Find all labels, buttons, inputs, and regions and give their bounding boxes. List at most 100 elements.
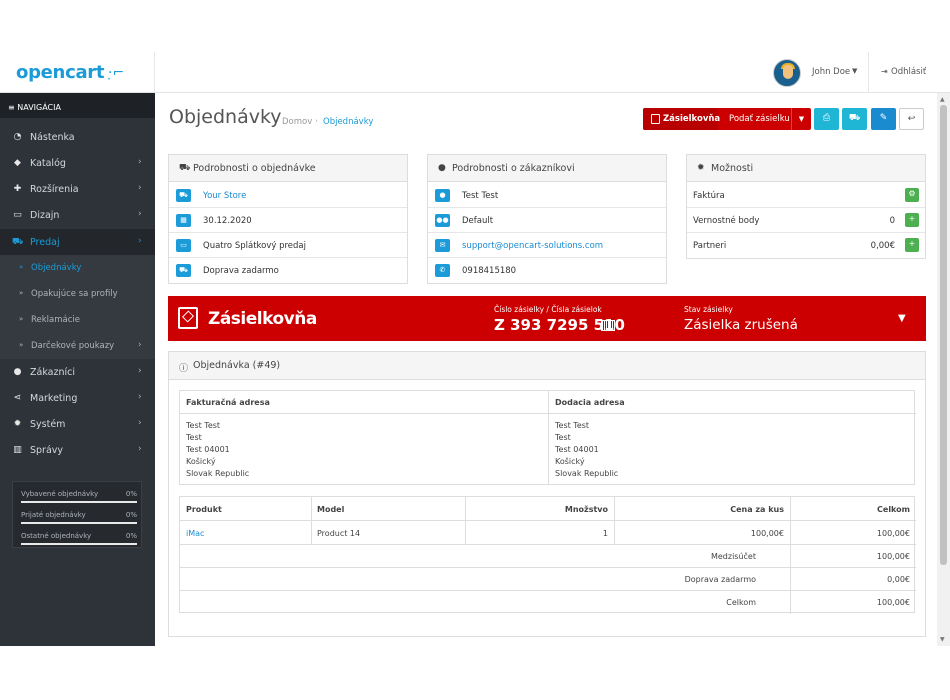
reply-icon: ↩ — [907, 114, 916, 124]
scroll-down-icon[interactable]: ▼ — [940, 636, 945, 643]
order-title: Objednávka (#49) — [193, 360, 281, 371]
package-icon — [651, 114, 660, 124]
column-header-total: Celkom — [790, 497, 916, 521]
column-header-price: Cena za kus — [614, 497, 790, 521]
caret-down-icon[interactable]: ▼ — [791, 108, 811, 130]
caret-down-icon[interactable]: ▼ — [852, 67, 857, 75]
email-link[interactable]: support@opencart-solutions.com — [462, 241, 603, 251]
panel-title: Podrobnosti o objednávke — [193, 163, 316, 174]
order-details-panel: ⛟ Podrobnosti o objednávke ⛟ Your Store … — [168, 154, 408, 284]
cart-icon: ⛟ — [176, 189, 191, 202]
opencart-logo[interactable]: opencart — [16, 62, 104, 83]
sidebar-item-sales[interactable]: ⛟ Predaj › — [0, 229, 155, 255]
product-total: 100,00€ — [790, 521, 916, 545]
double-chevron-icon: » — [19, 341, 24, 349]
top-header: opencart ·̣⌐ John Doe ▼ ⇥ Odhlásiť — [0, 52, 950, 93]
scrollbar-thumb[interactable] — [940, 105, 947, 565]
chevron-right-icon: › — [138, 366, 142, 376]
product-link[interactable]: iMac — [180, 521, 311, 545]
order-stats-box: Vybavené objednávky 0% Prijaté objednávk… — [12, 481, 142, 548]
breadcrumb-current[interactable]: Objednávky — [323, 117, 373, 127]
add-reward-button[interactable]: + — [905, 213, 919, 227]
chevron-right-icon: › — [138, 236, 142, 246]
scroll-up-icon[interactable]: ▲ — [940, 96, 945, 103]
truck-icon: ⛟ — [848, 113, 861, 123]
chevron-right-icon: › — [138, 209, 142, 219]
monitor-icon: ▭ — [13, 210, 22, 220]
generate-invoice-button[interactable]: ⚙ — [905, 188, 919, 202]
credit-card-icon: ▭ — [176, 239, 191, 252]
nav-header[interactable]: ≡ NAVIGÁCIA — [0, 93, 155, 118]
sidebar-item-catalog[interactable]: ◆ Katalóg › — [0, 150, 155, 176]
table-row: Medzisúčet 100,00€ — [180, 545, 916, 568]
calendar-icon: ▦ — [176, 214, 191, 227]
column-header-model: Model — [311, 497, 465, 521]
customer-email-row: ✉ support@opencart-solutions.com — [428, 233, 666, 258]
sidebar: ≡ NAVIGÁCIA ◔ Nástenka ◆ Katalóg › ✚ Roz… — [0, 93, 155, 646]
user-icon: ● — [435, 189, 450, 202]
user-icon: ● — [13, 367, 22, 377]
totals-section: Medzisúčet 100,00€ Doprava zadarmo 0,00€… — [180, 545, 916, 614]
zasielkovna-banner[interactable]: Zásielkovňa Číslo zásielky / Čísla zásie… — [168, 296, 926, 341]
logo-area: opencart ·̣⌐ — [0, 52, 155, 93]
dashboard-icon: ◔ — [13, 132, 22, 142]
page-title: Objednávky — [169, 106, 282, 128]
phone-icon: ✆ — [435, 264, 450, 277]
sidebar-subitem-orders[interactable]: » Objednávky — [0, 255, 155, 281]
address-table: Fakturačná adresa Test Test Test Test 04… — [179, 390, 916, 485]
chevron-right-icon: › — [138, 340, 142, 350]
add-commission-button[interactable]: + — [905, 238, 919, 252]
payment-method-row: ▭ Quatro Splátkový predaj — [169, 233, 407, 258]
sidebar-subitem-recurring[interactable]: » Opakujúce sa profily — [0, 281, 155, 307]
user-name[interactable]: John Doe — [812, 67, 850, 77]
sidebar-item-design[interactable]: ▭ Dizajn › — [0, 202, 155, 228]
sidebar-item-dashboard[interactable]: ◔ Nástenka — [0, 124, 155, 150]
sidebar-item-extensions[interactable]: ✚ Rozšírenia › — [0, 176, 155, 202]
panel-title: Možnosti — [711, 163, 754, 174]
vertical-scrollbar[interactable]: ▲ ▼ — [937, 93, 950, 646]
double-chevron-icon: » — [19, 315, 24, 323]
print-invoice-button[interactable]: ⎙ — [814, 108, 839, 130]
sidebar-item-marketing[interactable]: ⋖ Marketing › — [0, 385, 155, 411]
breadcrumb-separator: › — [315, 117, 318, 125]
reward-points-row: Vernostné body 0 + — [687, 208, 925, 233]
table-row: Celkom 100,00€ — [180, 591, 916, 614]
sidebar-item-system[interactable]: ✹ Systém › — [0, 411, 155, 437]
submit-shipment-button[interactable]: Podať zásielku — [729, 114, 790, 124]
logout-link[interactable]: Odhlásiť — [891, 67, 926, 77]
options-panel: ✹ Možnosti Faktúra ⚙ Vernostné body 0 + … — [686, 154, 926, 259]
sidebar-subitem-returns[interactable]: » Reklamácie — [0, 307, 155, 333]
caret-down-icon[interactable]: ▼ — [898, 313, 906, 324]
sidebar-item-reports[interactable]: ▥ Správy › — [0, 437, 155, 463]
barcode-icon[interactable] — [601, 320, 615, 331]
product-table: Produkt Model Množstvo Cena za kus Celko… — [179, 496, 916, 614]
main-content: Objednávky Domov › Objednávky Zásielkovň… — [155, 93, 937, 646]
column-header-product: Produkt — [180, 497, 311, 521]
chevron-right-icon: › — [138, 444, 142, 454]
shipment-number-label: Číslo zásielky / Čísla zásielok — [494, 305, 602, 314]
logout-icon[interactable]: ⇥ — [881, 67, 888, 76]
store-link[interactable]: Your Store — [203, 191, 246, 201]
product-model: Product 14 — [311, 521, 465, 545]
product-quantity: 1 — [465, 521, 614, 545]
affiliate-row: Partneri 0,00€ + — [687, 233, 925, 258]
zasielkovna-logo-button[interactable]: Zásielkovňa — [643, 108, 720, 130]
date-row: ▦ 30.12.2020 — [169, 208, 407, 233]
user-avatar[interactable] — [773, 59, 801, 87]
edit-button[interactable]: ✎ — [871, 108, 896, 130]
cart-logo-icon: ·̣⌐ — [108, 65, 125, 81]
envelope-icon: ✉ — [435, 239, 450, 252]
sidebar-subitem-vouchers[interactable]: » Darčekové poukazy › — [0, 333, 155, 359]
breadcrumb-home[interactable]: Domov — [282, 117, 312, 127]
chevron-right-icon: › — [138, 392, 142, 402]
double-chevron-icon: » — [19, 263, 24, 271]
print-shipping-button[interactable]: ⛟ — [842, 108, 867, 130]
app-window: opencart ·̣⌐ John Doe ▼ ⇥ Odhlásiť ≡ NAV… — [0, 52, 950, 646]
chevron-right-icon: › — [138, 183, 142, 193]
bar-chart-icon: ▥ — [13, 445, 22, 455]
product-price: 100,00€ — [614, 521, 790, 545]
sidebar-item-customers[interactable]: ● Zákazníci › — [0, 359, 155, 385]
shipping-address: Dodacia adresa Test Test Test Test 04001… — [548, 391, 916, 484]
truck-icon: ⛟ — [176, 264, 191, 277]
back-button[interactable]: ↩ — [899, 108, 924, 130]
